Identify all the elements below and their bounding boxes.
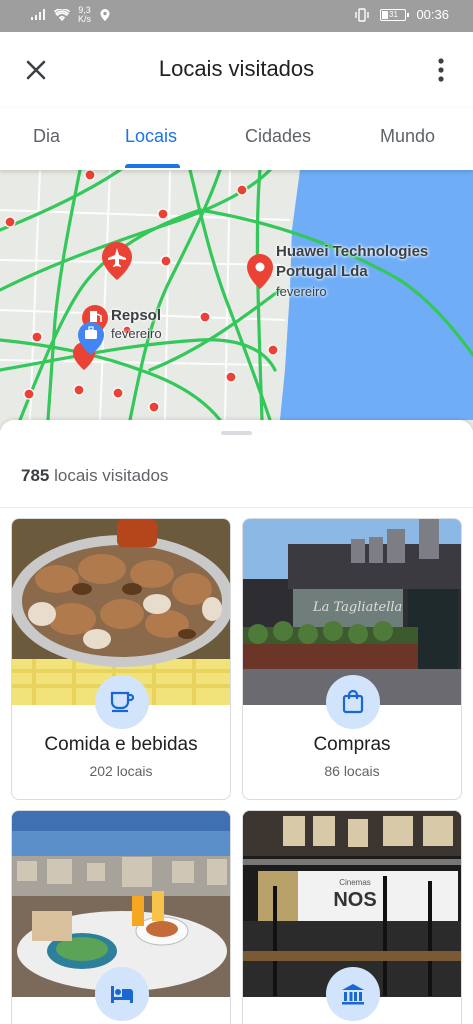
battery-icon: 31 (380, 8, 410, 21)
network-speed: 9,3 K/s (78, 5, 92, 24)
category-card-food[interactable]: Comida e bebidas 202 locais (11, 518, 231, 800)
tab-world[interactable]: Mundo (380, 126, 435, 147)
divider (0, 507, 473, 508)
tab-bar: Dia Locais Cidades Mundo (0, 108, 473, 170)
more-options-icon[interactable] (437, 56, 445, 84)
drag-handle[interactable] (221, 431, 252, 435)
active-tab-indicator (125, 164, 180, 168)
signal-icon (31, 9, 45, 20)
location-icon (100, 9, 110, 21)
category-card-shopping[interactable]: La Tagliatella Compras 86 locais (242, 518, 462, 800)
clock: 00:36 (416, 7, 449, 22)
tab-cities[interactable]: Cidades (245, 126, 311, 147)
huawei-pin-icon[interactable] (247, 254, 273, 289)
museum-icon (326, 967, 380, 1021)
category-name: Compras (313, 734, 391, 755)
category-card-lodging[interactable] (11, 810, 231, 1024)
category-count: 86 locais (324, 763, 380, 779)
shopping-bag-icon (326, 675, 380, 729)
bottom-sheet[interactable]: 785 locais visitados Comida e bebidas 20… (0, 420, 473, 1024)
map-label-repsol[interactable]: Repsol fevereiro (111, 307, 162, 343)
cup-icon (95, 675, 149, 729)
map-view[interactable]: Huawei Technologies Portugal Lda feverei… (0, 170, 473, 430)
tab-day[interactable]: Dia (33, 126, 60, 147)
vibrate-icon (355, 7, 370, 22)
wifi-icon (54, 9, 70, 21)
category-name: Comida e bebidas (44, 734, 198, 755)
visited-count: 785 locais visitados (21, 466, 169, 485)
svg-text:NOS: NOS (333, 889, 376, 911)
svg-text:La Tagliatella: La Tagliatella (312, 600, 402, 615)
category-card-attractions[interactable]: NOS Cinemas (242, 810, 462, 1024)
svg-text:Cinemas: Cinemas (339, 878, 371, 887)
map-label-huawei[interactable]: Huawei Technologies Portugal Lda feverei… (276, 242, 428, 302)
app-bar: Locais visitados (0, 32, 473, 108)
category-count: 202 locais (89, 763, 153, 779)
status-bar: 9,3 K/s 31 00:36 (0, 0, 473, 32)
bed-icon (95, 967, 149, 1021)
page-title: Locais visitados (158, 56, 315, 81)
tab-places[interactable]: Locais (125, 126, 177, 147)
